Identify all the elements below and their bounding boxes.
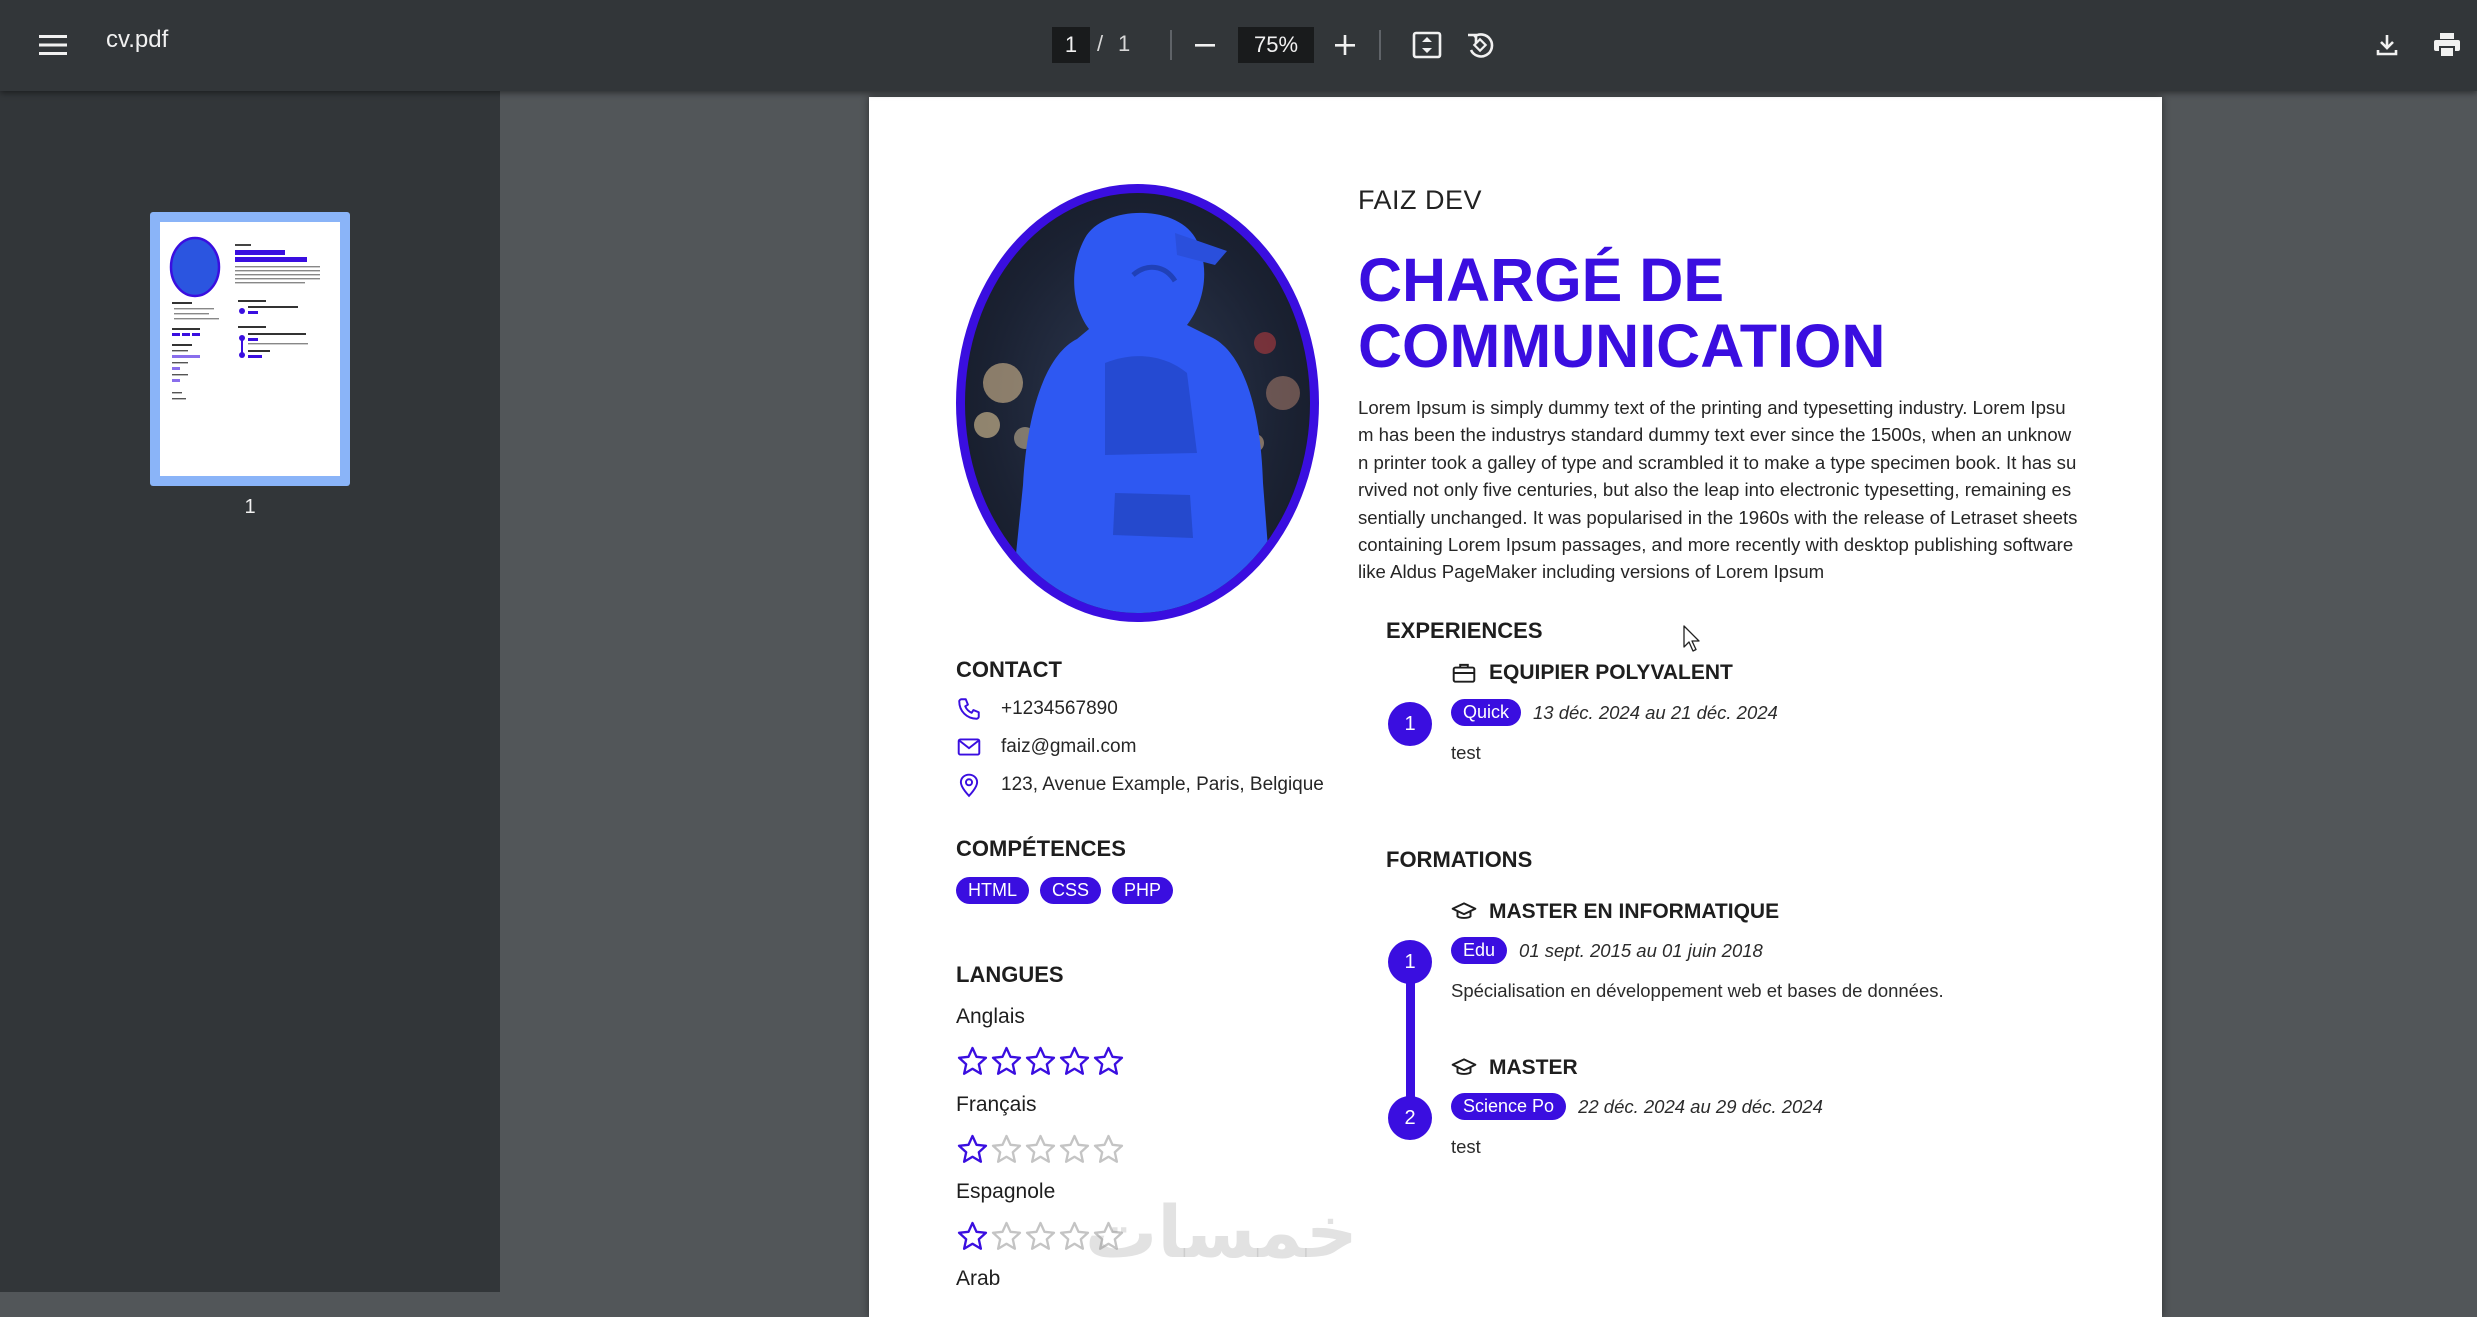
date-range: 22 déc. 2024 au 29 déc. 2024: [1578, 1095, 1823, 1117]
job-title: CHARGÉ DE COMMUNICATION: [1358, 246, 1886, 380]
zoom-in-button[interactable]: [1326, 26, 1364, 64]
bio-paragraph: Lorem Ipsum is simply dummy text of the …: [1358, 397, 2078, 583]
language-rating: [956, 1133, 1125, 1166]
skill-chip: CSS: [1040, 877, 1102, 904]
formation-title-text: MASTER: [1489, 1056, 1578, 1079]
fit-page-button[interactable]: [1408, 26, 1446, 64]
document-title: cv.pdf: [106, 26, 169, 53]
languages-heading: LANGUES: [956, 962, 1064, 987]
formation-title: MASTER: [1451, 1055, 1578, 1081]
star-filled-icon: [957, 1221, 988, 1250]
star-filled-icon: [957, 1046, 988, 1075]
print-icon: [2434, 33, 2460, 58]
language-name: Espagnole: [956, 1180, 1056, 1203]
thumbnail-preview-graphic: [169, 236, 320, 400]
experience-title: EQUIPIER POLYVALENT: [1451, 660, 1733, 686]
star-empty-icon: [1025, 1221, 1056, 1250]
formations-heading: FORMATIONS: [1386, 847, 1533, 872]
date-range: 01 sept. 2015 au 01 juin 2018: [1519, 939, 1763, 961]
star-empty-icon: [1059, 1134, 1090, 1163]
contact-address-text: 123, Avenue Example, Paris, Belgique: [1001, 774, 1324, 795]
briefcase-icon: [1452, 663, 1476, 683]
contact-address: 123, Avenue Example, Paris, Belgique: [956, 770, 1324, 800]
skill-chip: HTML: [956, 877, 1029, 904]
formation-title-text: MASTER EN INFORMATIQUE: [1489, 900, 1780, 923]
formation-description: test: [1451, 1136, 1481, 1157]
star-empty-icon: [1025, 1134, 1056, 1163]
timeline-marker: 1: [1388, 940, 1432, 984]
star-filled-icon: [1025, 1046, 1056, 1075]
mouse-cursor-icon: [1683, 625, 1700, 652]
download-icon: [2376, 35, 2398, 56]
date-range: 13 déc. 2024 au 21 déc. 2024: [1533, 701, 1778, 723]
formation-title: MASTER EN INFORMATIQUE: [1451, 899, 1779, 925]
language-rating: [956, 1045, 1125, 1078]
contact-email: faiz@gmail.com: [956, 732, 1136, 762]
experience-meta: Quick 13 déc. 2024 au 21 déc. 2024: [1451, 699, 1778, 726]
experience-title-text: EQUIPIER POLYVALENT: [1489, 661, 1733, 684]
toolbar-divider: [1379, 30, 1381, 60]
skill-chip: PHP: [1112, 877, 1174, 904]
print-button[interactable]: [2428, 26, 2466, 64]
language-name: Français: [956, 1093, 1037, 1116]
star-empty-icon: [991, 1221, 1022, 1250]
formation-meta: Edu 01 sept. 2015 au 01 juin 2018: [1451, 937, 1763, 964]
language-name: Anglais: [956, 1005, 1025, 1028]
contact-phone-text: +1234567890: [1001, 698, 1118, 719]
toolbar-divider: [1170, 30, 1172, 60]
org-chip: Edu: [1451, 937, 1508, 964]
mail-icon: [957, 738, 981, 756]
star-filled-icon: [957, 1134, 988, 1163]
formation-meta: Science Po 22 déc. 2024 au 29 déc. 2024: [1451, 1093, 1823, 1120]
profile-photo-image: [974, 213, 1300, 613]
star-filled-icon: [1093, 1046, 1124, 1075]
profile-photo: [956, 184, 1319, 622]
star-filled-icon: [991, 1046, 1022, 1075]
star-empty-icon: [1093, 1134, 1124, 1163]
pdf-toolbar: cv.pdf 1 / 1 75%: [0, 0, 2477, 91]
rotate-button[interactable]: [1461, 26, 1499, 64]
timeline-marker: 2: [1388, 1096, 1432, 1140]
skills-list: HTML CSS PHP: [956, 877, 1174, 904]
page-number-input[interactable]: 1: [1052, 27, 1090, 63]
skills-heading: COMPÉTENCES: [956, 836, 1126, 861]
contact-heading: CONTACT: [956, 657, 1062, 682]
thumbnail-page-preview: [160, 222, 340, 476]
thumbnail-sidebar: 1: [0, 91, 500, 1292]
org-chip: Quick: [1451, 699, 1522, 726]
zoom-in-icon: [1335, 35, 1355, 55]
download-button[interactable]: [2368, 26, 2406, 64]
thumbnail-page-number: 1: [244, 496, 256, 518]
experience-description: test: [1451, 742, 1481, 763]
star-empty-icon: [991, 1134, 1022, 1163]
zoom-out-icon: [1195, 44, 1215, 47]
graduation-cap-icon: [1451, 1058, 1477, 1075]
rotate-icon: [1468, 33, 1494, 58]
graduation-cap-icon: [1451, 902, 1477, 919]
formation-description: Spécialisation en développement web et b…: [1451, 980, 1944, 1001]
menu-icon: [39, 35, 67, 55]
phone-icon: [958, 698, 980, 720]
location-pin-icon: [959, 773, 979, 798]
menu-button[interactable]: [34, 26, 72, 64]
page-separator: /: [1097, 31, 1104, 56]
candidate-name: FAIZ DEV: [1358, 185, 1483, 215]
zoom-level-input[interactable]: 75%: [1238, 27, 1314, 63]
watermark: خمسات: [1085, 1190, 1358, 1274]
experiences-heading: EXPERIENCES: [1386, 618, 1543, 643]
language-name: Arab: [956, 1267, 1001, 1290]
page-total: 1: [1118, 31, 1131, 56]
contact-phone: +1234567890: [956, 694, 1118, 724]
pdf-page: FAIZ DEV CHARGÉ DE COMMUNICATION Lorem I…: [869, 97, 2162, 1317]
org-chip: Science Po: [1451, 1093, 1567, 1120]
zoom-out-button[interactable]: [1186, 26, 1224, 64]
fit-page-icon: [1412, 31, 1442, 59]
contact-email-text: faiz@gmail.com: [1001, 736, 1137, 757]
star-filled-icon: [1059, 1046, 1090, 1075]
page-thumbnail[interactable]: [150, 212, 350, 486]
timeline-marker: 1: [1388, 702, 1432, 746]
